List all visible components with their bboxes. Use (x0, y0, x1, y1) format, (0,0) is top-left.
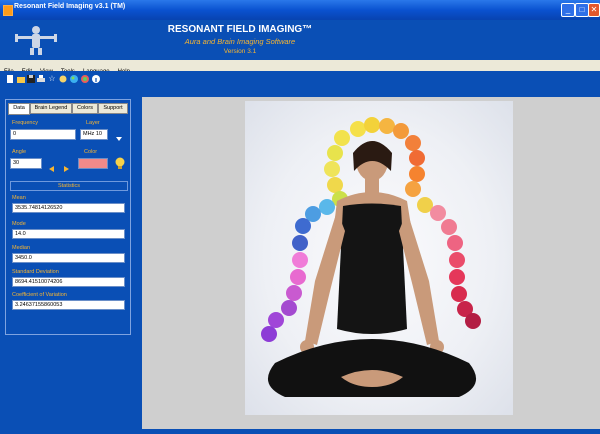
app-title: RESONANT FIELD IMAGING™ (167, 24, 313, 35)
window-title: Resonant Field Imaging v3.1 (TM) (14, 3, 126, 10)
color-swatch[interactable] (78, 158, 108, 169)
arrow-left-icon[interactable] (48, 160, 56, 172)
angle-input[interactable]: 30 (10, 158, 42, 169)
aura-image-canvas[interactable] (245, 101, 513, 415)
app-version: Version 3.1 (223, 48, 257, 55)
median-field[interactable]: 3450.0 (12, 253, 125, 263)
tab-data[interactable]: Data (8, 103, 30, 115)
app-subtitle: Aura and Brain Imaging Software (184, 37, 296, 46)
color-label: Color (84, 149, 98, 155)
layer-select[interactable]: MHz 10 (80, 129, 108, 140)
frequency-input[interactable]: 0 (10, 129, 76, 140)
layer-label: Layer (86, 120, 100, 126)
statistics-header: Statistics (10, 181, 128, 191)
app-icon (3, 5, 13, 16)
tab-support[interactable]: Support (98, 103, 128, 114)
new-file-icon[interactable] (6, 75, 14, 83)
mean-field[interactable]: 3535.74814126520 (12, 203, 125, 213)
close-button[interactable]: ✕ (588, 3, 600, 17)
coef-var-label: Coefficient of Variation (12, 292, 67, 298)
app-banner: RESONANT FIELD IMAGING™ Aura and Brain I… (0, 20, 600, 60)
info-icon[interactable] (92, 75, 100, 83)
title-bar: Resonant Field Imaging v3.1 (TM) _ □ ✕ (0, 0, 600, 20)
std-dev-field[interactable]: 8694.41510074206 (12, 277, 125, 287)
settings-icon[interactable] (59, 75, 67, 83)
mode-field[interactable]: 14.0 (12, 229, 125, 239)
globe-icon[interactable] (70, 75, 78, 83)
arrow-right-icon[interactable] (62, 160, 70, 172)
star-icon[interactable]: ☆ (48, 75, 56, 83)
coef-var-field[interactable]: 3.24637155860053 (12, 300, 125, 310)
open-folder-icon[interactable] (17, 75, 25, 83)
meditation-aura-image (261, 117, 481, 397)
data-panel: Data Brain Legend Colors Support Frequen… (5, 99, 131, 335)
tab-brain-legend[interactable]: Brain Legend (30, 103, 72, 114)
maximize-button[interactable]: □ (575, 3, 589, 17)
save-icon[interactable] (27, 75, 35, 83)
tab-colors[interactable]: Colors (72, 103, 98, 114)
lightbulb-icon[interactable] (114, 157, 126, 170)
angle-label: Angle (12, 149, 27, 155)
mode-label: Mode (12, 221, 26, 227)
toolbar: ☆ (0, 71, 600, 86)
chevron-down-icon[interactable] (114, 130, 124, 143)
median-label: Median (12, 245, 31, 251)
minimize-button[interactable]: _ (561, 3, 575, 17)
std-dev-label: Standard Deviation (12, 269, 59, 275)
menu-bar: FileEditViewToolsLanguageHelp (0, 60, 600, 75)
print-icon[interactable] (37, 75, 45, 83)
mean-label: Mean (12, 195, 26, 201)
palette-icon[interactable] (81, 75, 89, 83)
frequency-label: Frequency (12, 120, 38, 126)
